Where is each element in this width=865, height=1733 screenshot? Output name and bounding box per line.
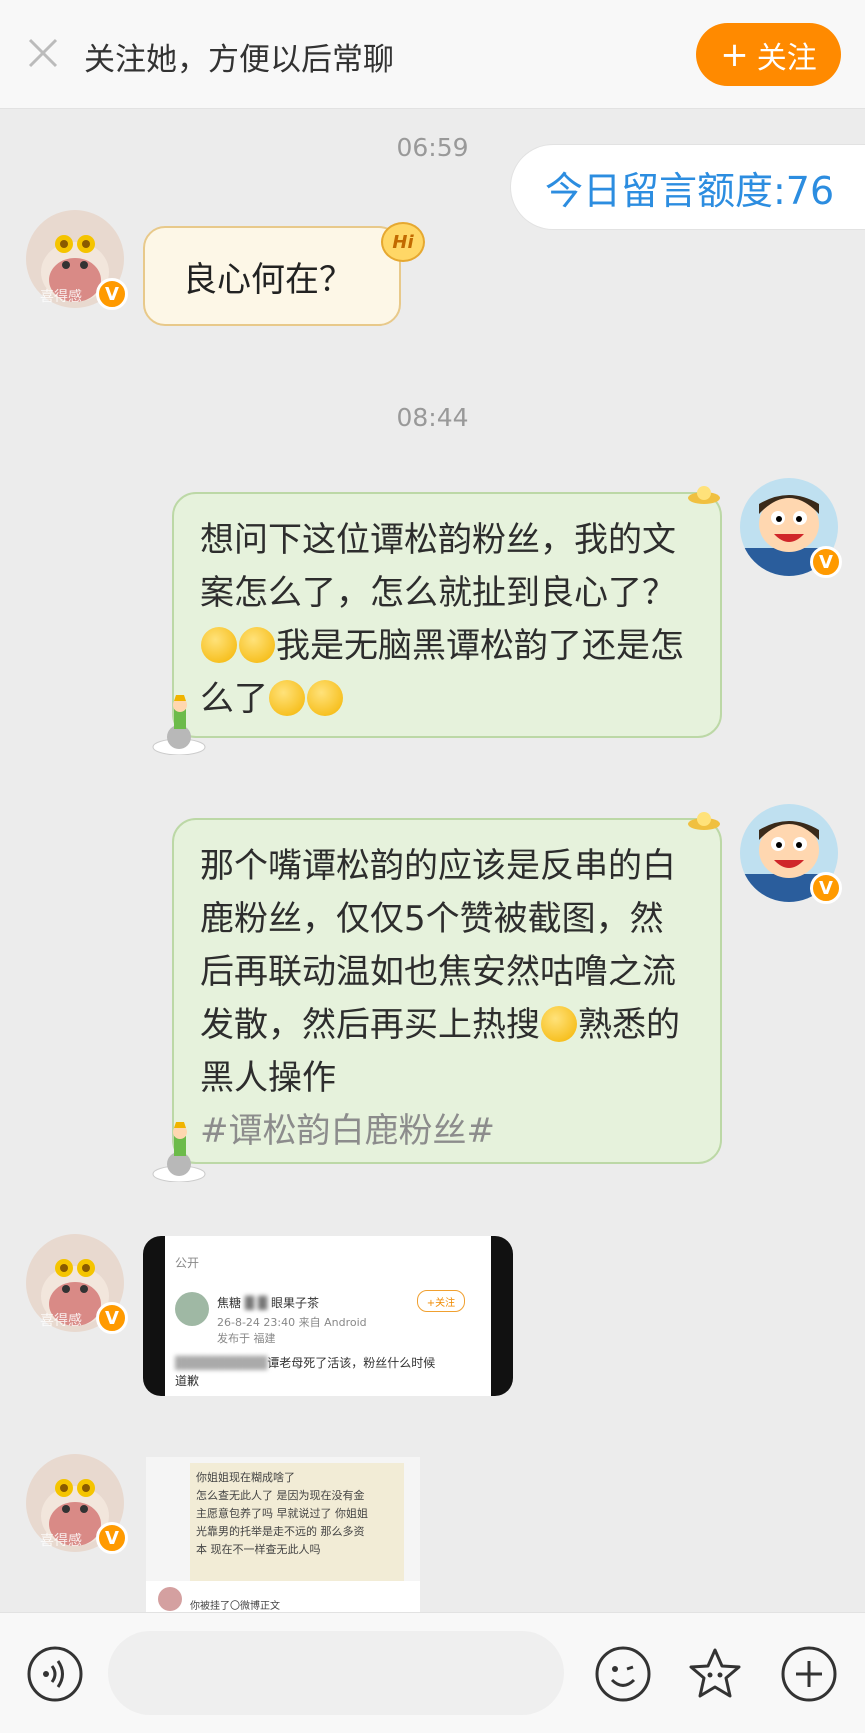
incoming-message[interactable]: 良心何在？ [143,226,401,326]
close-icon[interactable] [26,36,60,70]
hi-sticker-icon: Hi [381,222,425,262]
add-icon[interactable] [780,1645,838,1703]
voice-icon[interactable] [26,1645,84,1703]
avatar-watermark: 喜得感 [40,1533,82,1549]
visibility-label: 公开 [175,1256,200,1270]
poster-name-text: 焦糖 [217,1296,242,1310]
message-text: 想问下这位谭松韵粉丝，我的文案怎么了，怎么就扯到良心了？ [200,520,676,613]
note-line: 主愿意包养了吗 早就说过了 你姐姐 [196,1507,368,1520]
poster-name: 焦糖 █ █ 眼果子茶 [217,1294,319,1311]
follow-prompt: 关注她，方便以后常聊 [84,42,394,78]
image-message[interactable]: 你姐姐现在糊成啥了 怎么查无此人了 是因为现在没有金 主愿意包养了吗 早就说过了… [146,1457,420,1613]
avatar-watermark: 喜得感 [40,289,82,305]
confused-emoji-icon [201,627,237,663]
verified-badge-icon: V [96,1302,128,1334]
verified-badge-icon: V [96,278,128,310]
ufo-sticker-icon [688,486,720,504]
little-prince-sticker-icon [152,695,206,755]
comment-text: 你被挂了〇微博正文 [190,1601,280,1612]
hashtag-link[interactable]: #谭松韵白鹿粉丝# [200,1111,495,1151]
post-text: 谭老母死了活该，粉丝什么时候 [267,1356,436,1370]
timestamp: 08:44 [396,403,469,432]
plus-icon: + [720,34,749,75]
sender-avatar[interactable]: 喜得感 V [26,210,128,310]
confused-emoji-icon [239,627,275,663]
verified-badge-icon: V [810,546,842,578]
outgoing-message[interactable]: 想问下这位谭松韵粉丝，我的文案怎么了，怎么就扯到良心了？我是无脑黑谭松韵了还是怎… [172,492,722,738]
sender-avatar[interactable]: 喜得感 V [26,1454,128,1554]
note-line: 光靠男的托举是走不远的 那么多资 [196,1525,365,1538]
verified-badge-icon: V [810,872,842,904]
follow-button-label: 关注 [756,40,817,76]
emoji-icon[interactable] [594,1645,652,1703]
post-text-line: 道歉 [175,1374,200,1388]
message-input[interactable] [108,1631,564,1715]
commenter-avatar [158,1587,182,1611]
self-avatar[interactable]: V [740,804,842,904]
poster-name-suffix: 眼果子茶 [270,1296,319,1310]
blurred-text: █ █ [244,1296,268,1310]
follow-button[interactable]: + 关注 [696,23,841,86]
post-meta: 26-8-24 23:40 来自 Android [217,1316,367,1329]
post-location: 发布于 福建 [217,1332,276,1345]
comment-row: 你被挂了〇微博正文 [146,1581,420,1613]
image-message[interactable]: 公开 焦糖 █ █ 眼果子茶 26-8-24 23:40 来自 Android … [143,1236,513,1396]
little-prince-sticker-icon [152,1122,206,1182]
sender-avatar[interactable]: 喜得感 V [26,1234,128,1334]
verified-badge-icon: V [96,1522,128,1554]
input-bar [0,1612,865,1733]
note-line: 怎么查无此人了 是因为现在没有金 [196,1489,365,1502]
note-line: 本 现在不一样查无此人吗 [196,1543,321,1556]
screenshot-content: 公开 焦糖 █ █ 眼果子茶 26-8-24 23:40 来自 Android … [165,1236,491,1396]
ufo-sticker-icon [688,812,720,830]
confused-emoji-icon [541,1006,577,1042]
shocked-emoji-icon [307,680,343,716]
message-quota-badge: 今日留言额度:76 [510,144,865,230]
top-bar: 关注她，方便以后常聊 + 关注 [0,0,865,109]
avatar-watermark: 喜得感 [40,1313,82,1329]
sticker-star-icon[interactable] [686,1645,744,1703]
confused-emoji-icon [269,680,305,716]
note-text: 你姐姐现在糊成啥了 怎么查无此人了 是因为现在没有金 主愿意包养了吗 早就说过了… [196,1469,368,1559]
self-avatar[interactable]: V [740,478,842,578]
outgoing-message[interactable]: 那个嘴谭松韵的应该是反串的白鹿粉丝，仅仅5个赞被截图，然后再联动温如也焦安然咕噜… [172,818,722,1164]
poster-avatar [175,1292,209,1326]
post-text-line: ██████████谭老母死了活该，粉丝什么时候 [175,1356,436,1370]
follow-button-mini: +关注 [417,1290,465,1312]
note-line: 你姐姐现在糊成啥了 [196,1471,295,1484]
